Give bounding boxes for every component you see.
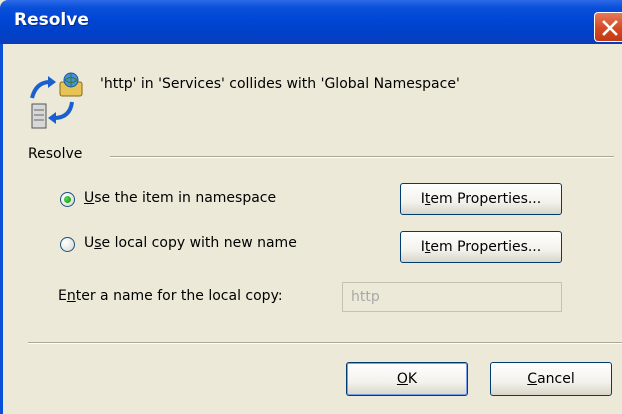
window-frame-edge [0,44,3,414]
use-namespace-item-label[interactable]: Use the item in namespace [84,190,276,206]
title-bar[interactable]: Resolve [0,0,622,44]
use-namespace-item-radio[interactable] [60,192,75,207]
local-copy-name-label: Enter a name for the local copy: [58,288,283,304]
dialog-title: Resolve [14,10,89,30]
cancel-button[interactable]: Cancel [490,362,612,396]
ok-button[interactable]: OK [346,362,468,396]
conflict-resolve-icon [30,72,83,129]
buttons-separator [28,342,622,344]
local-copy-name-input[interactable] [342,282,562,312]
close-icon [602,20,618,36]
use-local-copy-radio[interactable] [60,237,75,252]
resolve-group-label: Resolve [28,146,87,162]
item-properties-button-2[interactable]: It em Properties... [400,231,562,263]
resolve-dialog: Resolve 'http' in 'Services' collides wi… [0,0,622,414]
close-button[interactable] [594,12,622,42]
item-properties-button-1[interactable]: It em Properties... [400,183,562,215]
use-local-copy-label[interactable]: Use local copy with new name [84,235,297,251]
group-divider [110,156,614,158]
collision-message: 'http' in 'Services' collides with 'Glob… [100,76,460,92]
